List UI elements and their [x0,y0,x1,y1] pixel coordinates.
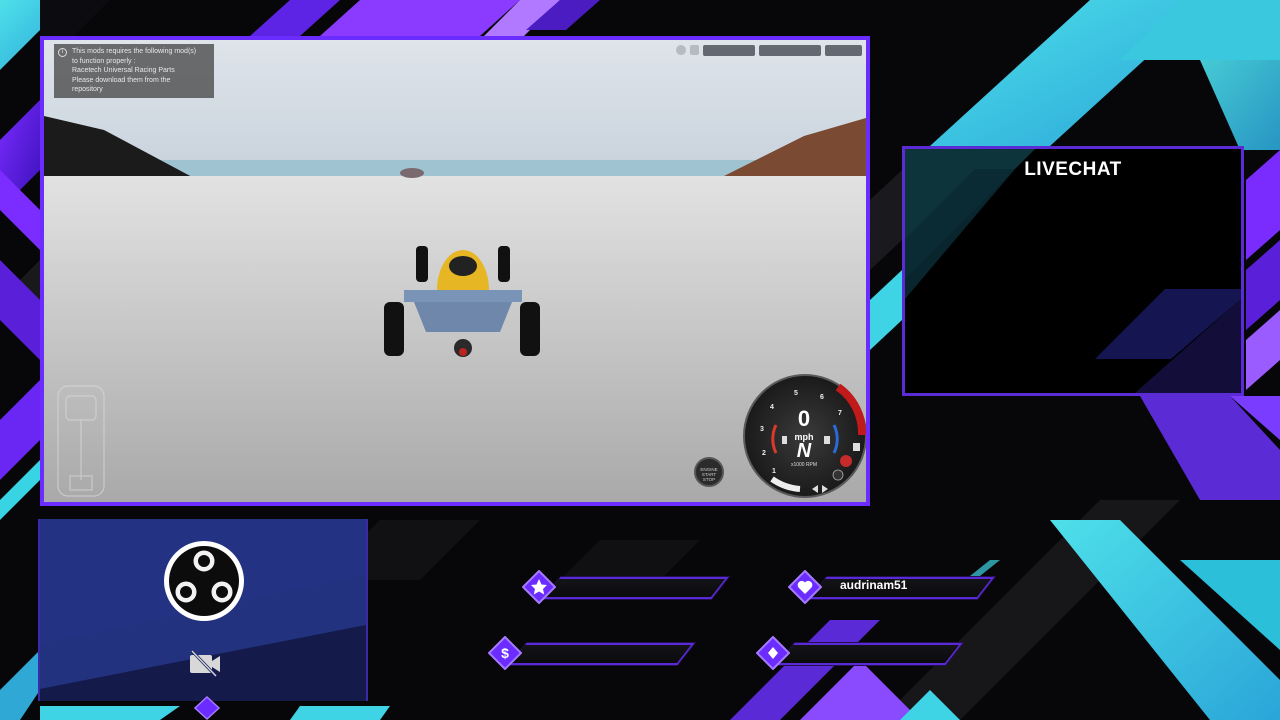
status-icon [853,443,860,451]
heart-icon [788,570,822,604]
rpm-label: x1000 RPM [790,462,818,468]
notice-line: repository [72,86,103,93]
fuel-icon [824,436,830,444]
latest-follower-label: audrinam51 [840,578,908,592]
speed-readout: 0 [797,406,811,431]
notice-line: Racetech Universal Racing Parts [72,67,175,74]
game-capture[interactable]: i This mods requires the following mod(s… [40,36,870,506]
notice-line: Please download them from the [72,76,171,84]
notice-line: to function properly : [72,57,136,65]
gear-indicator: N [796,440,812,462]
svg-text:$: $ [501,645,509,661]
vehicle-icon[interactable] [689,45,700,55]
game-toolbar [676,44,862,56]
webcam-panel [38,519,368,701]
rpm-tick: 3 [760,426,764,433]
rpm-tick: 5 [794,390,798,397]
stat-sub [756,636,963,670]
rpm-tick: 7 [838,410,842,417]
toolbar-segment[interactable] [759,44,822,56]
headlight-icon [832,469,844,481]
info-icon: i [58,48,67,57]
livechat-panel[interactable]: LIVECHAT [902,146,1244,396]
parking-brake-icon [840,455,852,467]
stat-bar [509,643,695,665]
stat-follower: audrinam51 [788,570,995,604]
webcam-diamond-ornament [193,696,221,720]
rpm-tick: 4 [770,404,774,411]
notice-line: This mods requires the following mod(s) [72,48,197,55]
obs-logo [164,541,244,621]
ignition-button[interactable]: ENGINE START STOP [694,457,724,487]
stat-bar [543,577,729,599]
stream-overlay: i This mods requires the following mod(s… [0,0,1280,720]
ignition-label: STOP [702,477,716,482]
toolbar-segment[interactable] [825,44,862,56]
dollar-icon: $ [488,636,522,670]
livechat-title: LIVECHAT [1024,159,1122,180]
diamond-icon [756,636,790,670]
stat-bar [777,643,963,665]
stat-donation: $ [488,636,695,670]
star-icon [522,570,556,604]
camera-off-icon [190,649,220,677]
toolbar-segment[interactable] [703,44,756,56]
rpm-tick: 2 [762,450,766,457]
eye-icon[interactable] [676,45,686,55]
rpm-tick: 1 [772,468,776,475]
rpm-tick: 6 [820,394,824,401]
temperature-icon [782,436,787,444]
mod-warning-notice: i This mods requires the following mod(s… [54,44,214,98]
livechat-decoration [905,149,1241,393]
stat-star [522,570,729,604]
